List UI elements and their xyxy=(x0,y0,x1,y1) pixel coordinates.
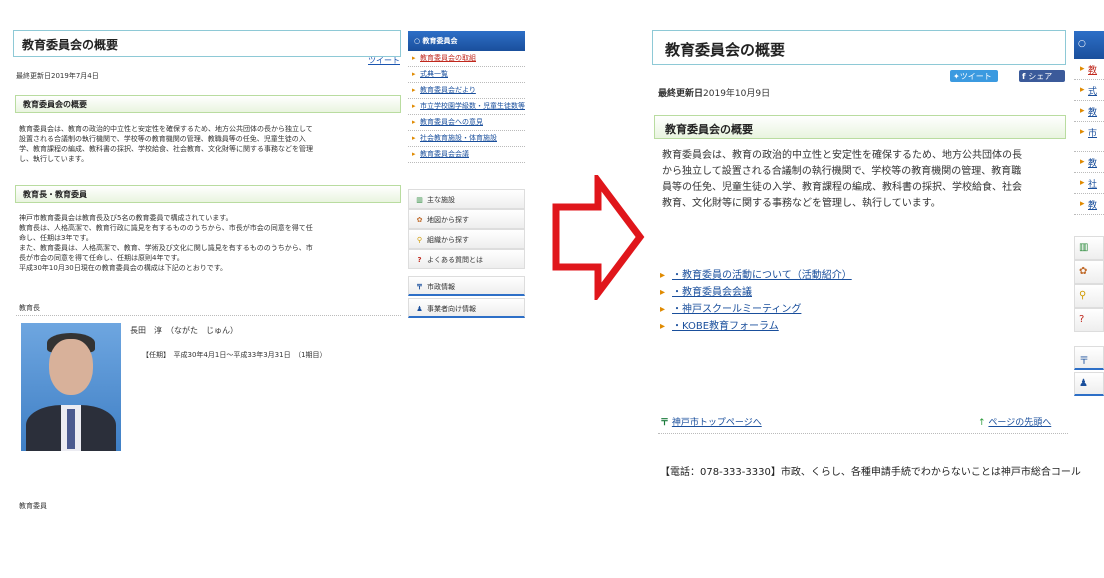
org-icon: ⚲ xyxy=(416,236,423,244)
menu-org-search[interactable]: ⚲ 組織から探す xyxy=(408,229,525,249)
sidebar-heading: ○ 教育委員会 xyxy=(408,31,525,51)
overview-line: 教育、文化財等に関する事務などを管理し、執行しています。 xyxy=(662,198,941,209)
sidebar-item-torikumi[interactable]: 教育委員会の取組 xyxy=(408,51,525,67)
section-heading-members: 教育長・教育委員 xyxy=(15,185,401,203)
superintendent-photo xyxy=(21,323,121,451)
kobe-logo-icon: 〒 xyxy=(660,418,670,428)
menu-faq[interactable]: ? xyxy=(1074,308,1104,332)
superintendent-label: 教育長 xyxy=(19,304,40,312)
sidebar-item-gakkyusu[interactable]: 市立学校園学級数・児童生徒数等 xyxy=(408,99,525,115)
superintendent-term: 【任期】 平成30年4月1日～平成33年3月31日 （1期目） xyxy=(142,351,327,359)
menu-faq[interactable]: ? よくある質問とは xyxy=(408,249,525,269)
section-heading-overview: 教育委員会の概要 xyxy=(15,95,401,113)
overview-line: 学、教育課程の編成、教科書の採択、学校給食、社会教育、文化財等に関する事務などを… xyxy=(19,145,313,153)
sidebar-item[interactable]: 市 xyxy=(1074,122,1104,152)
menu-org-search[interactable]: ⚲ xyxy=(1074,284,1104,308)
divider xyxy=(16,315,401,316)
kobe-top-link[interactable]: 〒 神戸市トップページへ xyxy=(660,415,762,428)
map-icon: ✿ xyxy=(416,216,423,224)
sidebar-item[interactable]: 教 xyxy=(1074,152,1104,173)
sidebar-heading: ○ xyxy=(1074,31,1104,59)
menu-map-search[interactable]: ✿ 地図から探す xyxy=(408,209,525,229)
menu-facilities[interactable]: ▥ xyxy=(1074,236,1104,260)
sidebar: ○ 教育委員会 教育委員会の取組 式典一覧 教育委員会だより 市立学校園学級数・… xyxy=(408,31,525,163)
sidebar-item-shisetsu[interactable]: 社会教育施設・体育施設 xyxy=(408,131,525,147)
link-kobe-forum[interactable]: ・KOBE教育フォーラム xyxy=(660,318,852,335)
person-icon: ♟ xyxy=(1079,378,1088,389)
overview-line: 教育委員会は、教育の政治的中立性と安定性を確保するため、地方公共団体の長から独立… xyxy=(19,125,313,133)
link-school-meeting[interactable]: ・神戸スクールミーティング xyxy=(660,301,852,318)
page-title: 教育委員会の概要 xyxy=(13,30,401,57)
superintendent-name: 長田 淳 （ながた じゅん） xyxy=(130,326,238,335)
overview-line: 員等の任免、児童生徒の入学、教育課程の編成、教科書の採択、学校給食、社会 xyxy=(662,182,1022,193)
tweet-button[interactable]: ツイート xyxy=(368,55,400,66)
menu-facilities[interactable]: ▥ 主な施設 xyxy=(408,189,525,209)
menu-map-search[interactable]: ✿ xyxy=(1074,260,1104,284)
overview-line: 教育委員会は、教育の政治的中立性と安定性を確保するため、地方公共団体の長 xyxy=(662,150,1022,161)
kobe-logo-icon: 〒 xyxy=(1079,356,1089,367)
last-updated: 最終更新日2019年10月9日 xyxy=(658,89,771,99)
members-label: 教育委員 xyxy=(19,502,47,510)
link-board-meeting[interactable]: ・教育委員会会議 xyxy=(660,284,852,301)
sidebar-item[interactable]: 教 xyxy=(1074,194,1104,215)
facebook-share-button[interactable]: f シェア xyxy=(1019,70,1065,82)
after-page: 教育委員会の概要 ✦ツイート f シェア 最終更新日2019年10月9日 教育委… xyxy=(648,0,1104,578)
related-links: ・教育委員の活動について（活動紹介） ・教育委員会会議 ・神戸スクールミーティン… xyxy=(660,267,852,335)
sidebar-item-iken[interactable]: 教育委員会への意見 xyxy=(408,115,525,131)
section-heading-overview: 教育委員会の概要 xyxy=(654,115,1066,139)
members-text: 神戸市教育委員会は教育長及び5名の教育委員で構成されています。 教育長は、人格高… xyxy=(19,213,401,273)
overview-line: 設置される合議制の執行機関で、学校等の教育機関の管理、教職員等の任免、児童生徒の… xyxy=(19,135,306,143)
page-top-link[interactable]: ↑ ページの先頭へ xyxy=(978,415,1051,428)
page-title: 教育委員会の概要 xyxy=(652,30,1066,65)
twitter-icon: ✦ xyxy=(953,72,960,81)
map-icon: ✿ xyxy=(1079,266,1088,277)
menu-city-info[interactable]: 〒市政情報 xyxy=(408,276,525,296)
menu-city-info[interactable]: 〒 xyxy=(1074,346,1104,370)
overview-line: し、執行しています。 xyxy=(19,155,89,163)
menu-business-info[interactable]: ♟ 事業者向け情報 xyxy=(408,298,525,318)
overview-text: 教育委員会は、教育の政治的中立性と安定性を確保するため、地方公共団体の長 から独… xyxy=(662,148,1062,212)
sidebar: ○ 教 式 教 市 教 社 教 xyxy=(1074,31,1104,215)
members-line: 神戸市教育委員会は教育長及び5名の教育委員で構成されています。 xyxy=(19,214,233,222)
building-icon: ▥ xyxy=(416,196,423,204)
sidebar-item-dayori[interactable]: 教育委員会だより xyxy=(408,83,525,99)
members-line: また、教育委員は、人格高潔で、教育、学術及び文化に関し識見を有するもののうちから… xyxy=(19,244,313,252)
question-icon: ? xyxy=(417,256,422,264)
sidebar-item-shikiten[interactable]: 式典一覧 xyxy=(408,67,525,83)
sidebar-item[interactable]: 式 xyxy=(1074,80,1104,101)
org-icon: ⚲ xyxy=(1079,290,1087,301)
overview-line: から独立して設置される合議制の執行機関で、学校等の教育機関の管理、教育職 xyxy=(662,166,1022,177)
before-page: 教育委員会の概要 ツイート 最終更新日2019年7月4日 教育委員会の概要 教育… xyxy=(0,0,530,578)
divider xyxy=(658,433,1068,434)
tweet-button[interactable]: ✦ツイート xyxy=(950,70,998,82)
building-icon: ▥ xyxy=(1079,242,1089,253)
members-line: 教育長は、人格高潔で、教育行政に識見を有するもののうちから、市長が市会の同意を得… xyxy=(19,224,313,232)
person-icon: ♟ xyxy=(416,305,423,313)
sidebar-item[interactable]: 教 xyxy=(1074,101,1104,122)
question-icon: ? xyxy=(1079,314,1085,325)
transition-arrow-icon xyxy=(552,175,645,300)
link-activities[interactable]: ・教育委員の活動について（活動紹介） xyxy=(660,267,852,284)
members-line: 平成30年10月30日現在の教育委員会の構成は下記のとおりです。 xyxy=(19,264,228,272)
sidebar-item[interactable]: 教 xyxy=(1074,59,1104,80)
last-updated: 最終更新日2019年7月4日 xyxy=(16,72,99,80)
kobe-logo-icon: 〒 xyxy=(416,283,423,291)
menu-business-info[interactable]: ♟ xyxy=(1074,372,1104,396)
members-line: 長が市会の同意を得て任命し、任期は原則4年です。 xyxy=(19,254,184,262)
phone-notice: 【電話：078-333-3330】市政、くらし、各種申請手続でわからないことは神… xyxy=(660,467,1081,478)
overview-text: 教育委員会は、教育の政治的中立性と安定性を確保するため、地方公共団体の長から独立… xyxy=(19,124,401,164)
sidebar-item[interactable]: 社 xyxy=(1074,173,1104,194)
sidebar-item-kaigi[interactable]: 教育委員会会議 xyxy=(408,147,525,163)
members-line: 命し、任期は3年です。 xyxy=(19,234,93,242)
arrow-up-icon: ↑ xyxy=(978,418,986,428)
